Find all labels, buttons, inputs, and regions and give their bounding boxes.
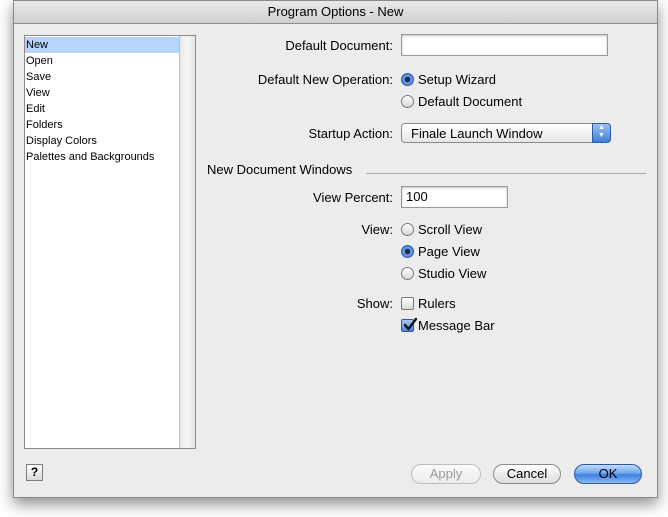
sidebar-item-new[interactable]: New bbox=[25, 37, 180, 53]
section-divider bbox=[366, 173, 646, 174]
section-title: New Document Windows bbox=[207, 162, 353, 177]
sidebar-scrollbar[interactable] bbox=[179, 36, 195, 448]
window-title: Program Options - New bbox=[14, 1, 657, 24]
cancel-button[interactable]: Cancel bbox=[493, 464, 561, 484]
program-options-dialog: Program Options - New New Open Save View… bbox=[13, 0, 658, 498]
view-label: View: bbox=[361, 222, 393, 237]
startup-action-value: Finale Launch Window bbox=[411, 126, 543, 141]
startup-action-label: Startup Action: bbox=[308, 126, 393, 141]
sidebar-item-folders[interactable]: Folders bbox=[25, 117, 180, 133]
view-percent-label: View Percent: bbox=[313, 190, 393, 205]
message-bar-label[interactable]: Message Bar bbox=[418, 318, 495, 333]
scroll-view-label[interactable]: Scroll View bbox=[418, 222, 482, 237]
startup-action-popup[interactable]: Finale Launch Window ▲ ▼ bbox=[401, 123, 611, 143]
sidebar-item-open[interactable]: Open bbox=[25, 53, 180, 69]
view-percent-field[interactable]: 100 bbox=[401, 186, 508, 208]
sidebar-item-palettes-backgrounds[interactable]: Palettes and Backgrounds bbox=[25, 149, 180, 165]
default-document-field[interactable] bbox=[401, 34, 608, 56]
page-view-radio[interactable] bbox=[401, 245, 414, 258]
show-label: Show: bbox=[356, 296, 393, 311]
sidebar-item-edit[interactable]: Edit bbox=[25, 101, 180, 117]
sidebar-item-view[interactable]: View bbox=[25, 85, 180, 101]
setup-wizard-label[interactable]: Setup Wizard bbox=[418, 72, 496, 87]
message-bar-checkbox[interactable] bbox=[401, 317, 418, 332]
sidebar-item-save[interactable]: Save bbox=[25, 69, 180, 85]
rulers-label[interactable]: Rulers bbox=[418, 296, 456, 311]
setup-wizard-radio[interactable] bbox=[401, 73, 414, 86]
popup-arrows-icon: ▲ ▼ bbox=[592, 123, 611, 143]
sidebar-item-display-colors[interactable]: Display Colors bbox=[25, 133, 180, 149]
options-category-list[interactable]: New Open Save View Edit Folders Display … bbox=[24, 35, 196, 449]
page-view-label[interactable]: Page View bbox=[418, 244, 480, 259]
studio-view-radio[interactable] bbox=[401, 267, 414, 280]
ok-button[interactable]: OK bbox=[574, 464, 642, 484]
default-new-operation-label: Default New Operation: bbox=[257, 72, 393, 87]
help-button[interactable]: ? bbox=[26, 464, 43, 481]
default-document-radio[interactable] bbox=[401, 95, 414, 108]
scroll-view-radio[interactable] bbox=[401, 223, 414, 236]
default-document-label: Default Document: bbox=[285, 38, 393, 53]
checkmark-icon bbox=[403, 317, 418, 331]
rulers-checkbox[interactable] bbox=[401, 297, 414, 310]
default-document-option-label[interactable]: Default Document bbox=[418, 94, 522, 109]
apply-button[interactable]: Apply bbox=[411, 464, 481, 484]
studio-view-label[interactable]: Studio View bbox=[418, 266, 486, 281]
